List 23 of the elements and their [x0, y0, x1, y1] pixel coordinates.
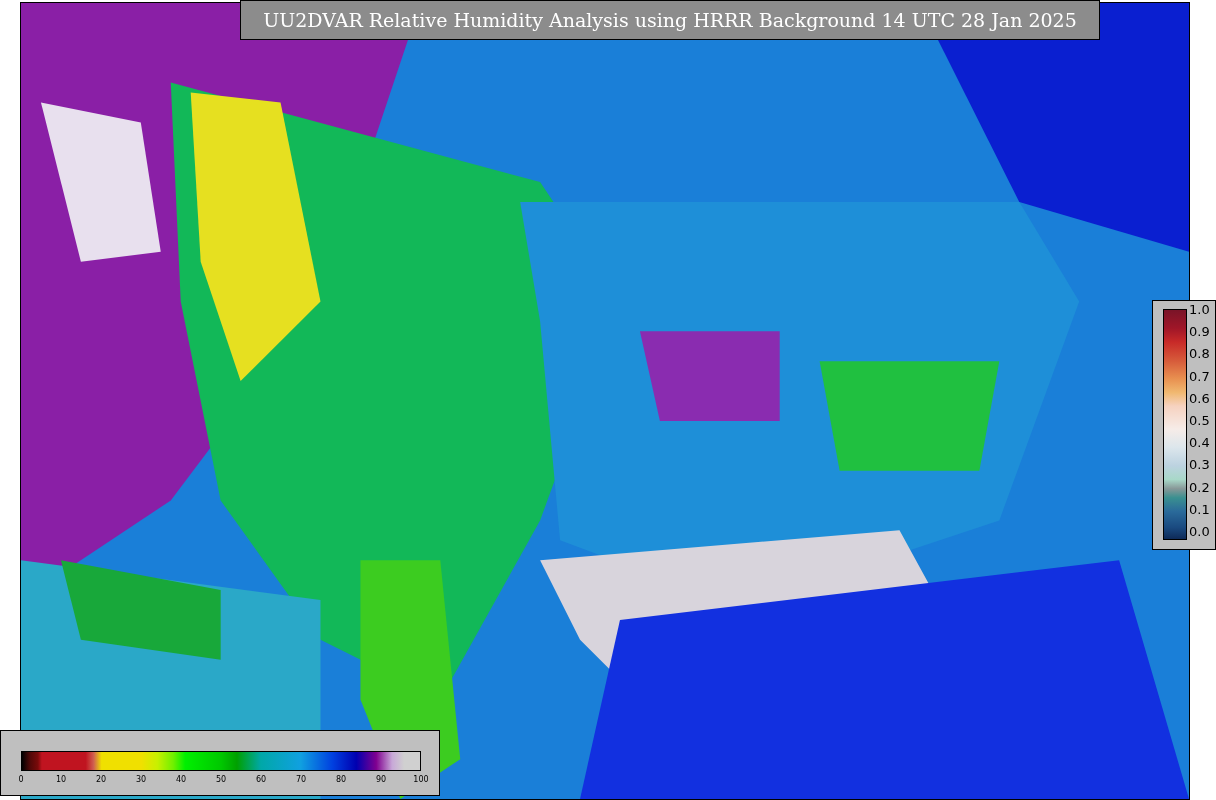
colorbar-tick-label: 0: [17, 775, 25, 785]
colorbar-tick-label: 20: [94, 775, 108, 785]
colorbar-tick-label: 70: [294, 775, 308, 785]
colorbar-tick-label: 0.2: [1189, 480, 1210, 495]
colorbar-tick-label: 0.0: [1189, 524, 1210, 539]
colorbar-tick-label: 0.7: [1189, 369, 1210, 384]
colorbar-tick-label: 90: [374, 775, 388, 785]
colorbar-tick-label: 100: [412, 775, 430, 785]
colorbar-tick-label: 60: [254, 775, 268, 785]
colorbar-tick-label: 30: [134, 775, 148, 785]
colorbar-tick-label: 0.8: [1189, 347, 1210, 362]
colorbar-tick-label: 0.3: [1189, 458, 1210, 473]
colorbar-tick-label: 0.1: [1189, 502, 1210, 517]
colorbar-tick-label: 0.4: [1189, 436, 1210, 451]
colorbar-tick-label: 40: [174, 775, 188, 785]
colorbar-tick-label: 0.9: [1189, 325, 1210, 340]
colorbar-tick-label: 0.5: [1189, 413, 1210, 428]
colorbar-tick-label: 80: [334, 775, 348, 785]
colorbar-tick-label: 10: [54, 775, 68, 785]
colorbar-tick-label: 0.6: [1189, 391, 1210, 406]
colorbar-tick-label: 1.0: [1189, 303, 1210, 317]
colorbar-tick-label: 50: [214, 775, 228, 785]
map-title: UU2DVAR Relative Humidity Analysis using HRRR Background 14 UTC 28 Jan 2025: [240, 0, 1100, 40]
